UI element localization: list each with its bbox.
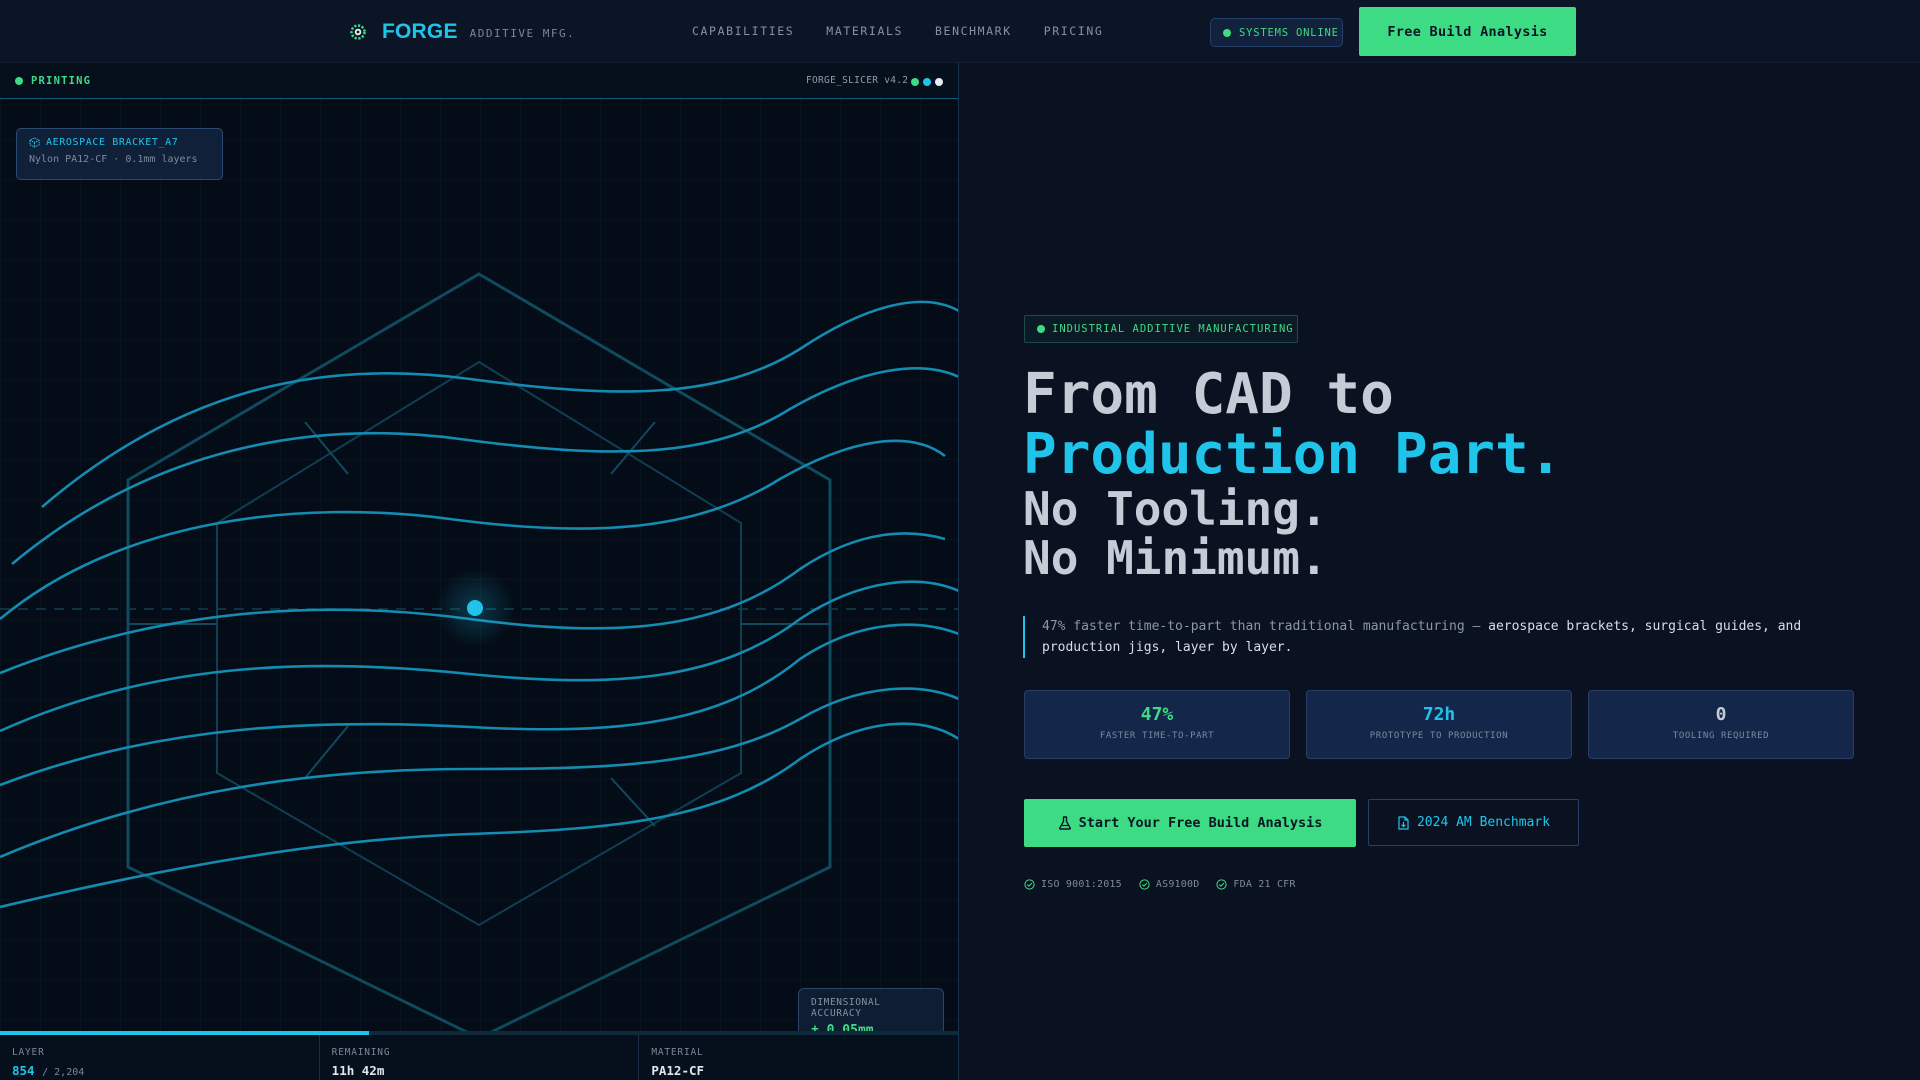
flask-icon [1058, 816, 1071, 830]
status-dot-icon [15, 77, 23, 85]
stat-material-label: MATERIAL [651, 1047, 704, 1058]
part-name: AEROSPACE BRACKET_A7 [46, 137, 179, 148]
stat-remaining-label: REMAINING [331, 1047, 391, 1058]
cert-as9100: AS9100D [1139, 879, 1200, 890]
nozzle-head-icon [467, 600, 483, 616]
cert-fda: FDA 21 CFR [1216, 879, 1295, 890]
nav-links: CAPABILITIES MATERIALS BENCHMARK PRICING [692, 24, 1135, 38]
print-status: PRINTING [15, 75, 91, 87]
metric-card: 0 TOOLING REQUIRED [1588, 690, 1854, 759]
brand-tagline: ADDITIVE MFG. [469, 26, 576, 40]
gear-icon [350, 24, 366, 40]
check-circle-icon [1216, 879, 1228, 890]
stat-layer: LAYER 854 / 2,204 [0, 1035, 320, 1080]
metric-label: FASTER TIME-TO-PART [1099, 731, 1215, 741]
print-status-text: PRINTING [31, 75, 92, 87]
viewport-header: PRINTING FORGE_SLICER v4.2 [0, 63, 958, 99]
stat-remaining: REMAINING 11h 42m [320, 1035, 640, 1080]
stat-material-value: PA12-CF [651, 1063, 705, 1078]
dot-green-icon [911, 78, 919, 86]
slicer-viewport: PRINTING FORGE_SLICER v4.2 AEROSPACE BRA… [0, 63, 959, 1080]
free-build-analysis-button[interactable]: Free Build Analysis [1359, 7, 1576, 56]
stat-material: MATERIAL PA12-CF [639, 1035, 958, 1080]
print-stats-bar: LAYER 854 / 2,204 REMAINING 11h 42m MATE… [0, 1035, 958, 1080]
stat-layer-current: 854 [12, 1063, 35, 1078]
nav-link-materials[interactable]: MATERIALS [826, 24, 903, 38]
cert-iso: ISO 9001:2015 [1024, 879, 1122, 890]
cube-icon [29, 137, 40, 148]
nav-link-capabilities[interactable]: CAPABILITIES [692, 24, 794, 38]
check-circle-icon [1139, 879, 1150, 890]
headline-line-4: No Minimum. [1023, 531, 1328, 585]
part-spec: Nylon PA12-CF · 0.1mm layers [29, 154, 198, 165]
hero-lede: 47% faster time-to-part than traditional… [1023, 616, 1823, 658]
check-circle-icon [1024, 879, 1035, 890]
lede-bold-2: production jigs, layer by layer. [1042, 640, 1293, 655]
stat-layer-label: LAYER [12, 1047, 45, 1058]
headline-line-1: From CAD to [1023, 362, 1394, 427]
hero-tag: INDUSTRIAL ADDITIVE MANUFACTURING [1024, 315, 1298, 343]
headline-line-3: No Tooling. [1023, 482, 1328, 536]
window-dots [911, 78, 943, 86]
toolpath-visualization [0, 99, 958, 1031]
accuracy-label: DIMENSIONAL ACCURACY [811, 997, 881, 1019]
document-icon [1398, 815, 1409, 830]
slicer-version: FORGE_SLICER v4.2 [806, 75, 909, 86]
metric-value: 47% [1140, 704, 1174, 725]
hero-headline: From CAD to Production Part. No Tooling.… [1023, 365, 1562, 583]
start-build-analysis-label: Start Your Free Build Analysis [1078, 815, 1323, 831]
headline-line-2: Production Part. [1023, 422, 1563, 487]
metric-value: 0 [1715, 704, 1727, 725]
metric-label: TOOLING REQUIRED [1672, 731, 1770, 741]
metric-card: 72h PROTOTYPE TO PRODUCTION [1306, 690, 1572, 759]
cert-label: AS9100D [1155, 879, 1200, 890]
dot-cyan-icon [923, 78, 931, 86]
start-build-analysis-button[interactable]: Start Your Free Build Analysis [1024, 799, 1356, 847]
metric-label: PROTOTYPE TO PRODUCTION [1369, 731, 1509, 741]
lede-bold-1: aerospace brackets, surgical guides, and [1488, 619, 1802, 634]
hero-tag-text: INDUSTRIAL ADDITIVE MANUFACTURING [1052, 323, 1294, 335]
stat-remaining-value: 11h 42m [331, 1063, 385, 1078]
metric-card: 47% FASTER TIME-TO-PART [1024, 690, 1290, 759]
metric-value: 72h [1422, 704, 1456, 725]
brand-name: FORGE [382, 20, 458, 43]
nav-link-benchmark[interactable]: BENCHMARK [935, 24, 1012, 38]
systems-status-text: SYSTEMS ONLINE [1239, 26, 1339, 39]
benchmark-button[interactable]: 2024 AM Benchmark [1368, 799, 1579, 846]
status-dot-icon [1223, 28, 1231, 37]
top-nav: FORGE ADDITIVE MFG. CAPABILITIES MATERIA… [0, 0, 1920, 63]
lede-plain: 47% faster time-to-part than traditional… [1042, 619, 1489, 634]
dot-white-icon [935, 78, 943, 86]
part-info-card[interactable]: AEROSPACE BRACKET_A7 Nylon PA12-CF · 0.1… [16, 128, 223, 180]
tag-dot-icon [1037, 325, 1045, 333]
systems-status-badge: SYSTEMS ONLINE [1210, 18, 1343, 47]
nav-link-pricing[interactable]: PRICING [1044, 24, 1104, 38]
cert-label: FDA 21 CFR [1233, 879, 1296, 890]
stat-layer-total: / 2,204 [42, 1067, 85, 1078]
benchmark-label: 2024 AM Benchmark [1416, 815, 1551, 830]
hero-metrics: 47% FASTER TIME-TO-PART 72h PROTOTYPE TO… [1024, 690, 1854, 759]
certifications: ISO 9001:2015 AS9100D FDA 21 CFR [1024, 879, 1313, 890]
cert-label: ISO 9001:2015 [1041, 879, 1122, 890]
brand[interactable]: FORGE ADDITIVE MFG. [346, 18, 575, 46]
